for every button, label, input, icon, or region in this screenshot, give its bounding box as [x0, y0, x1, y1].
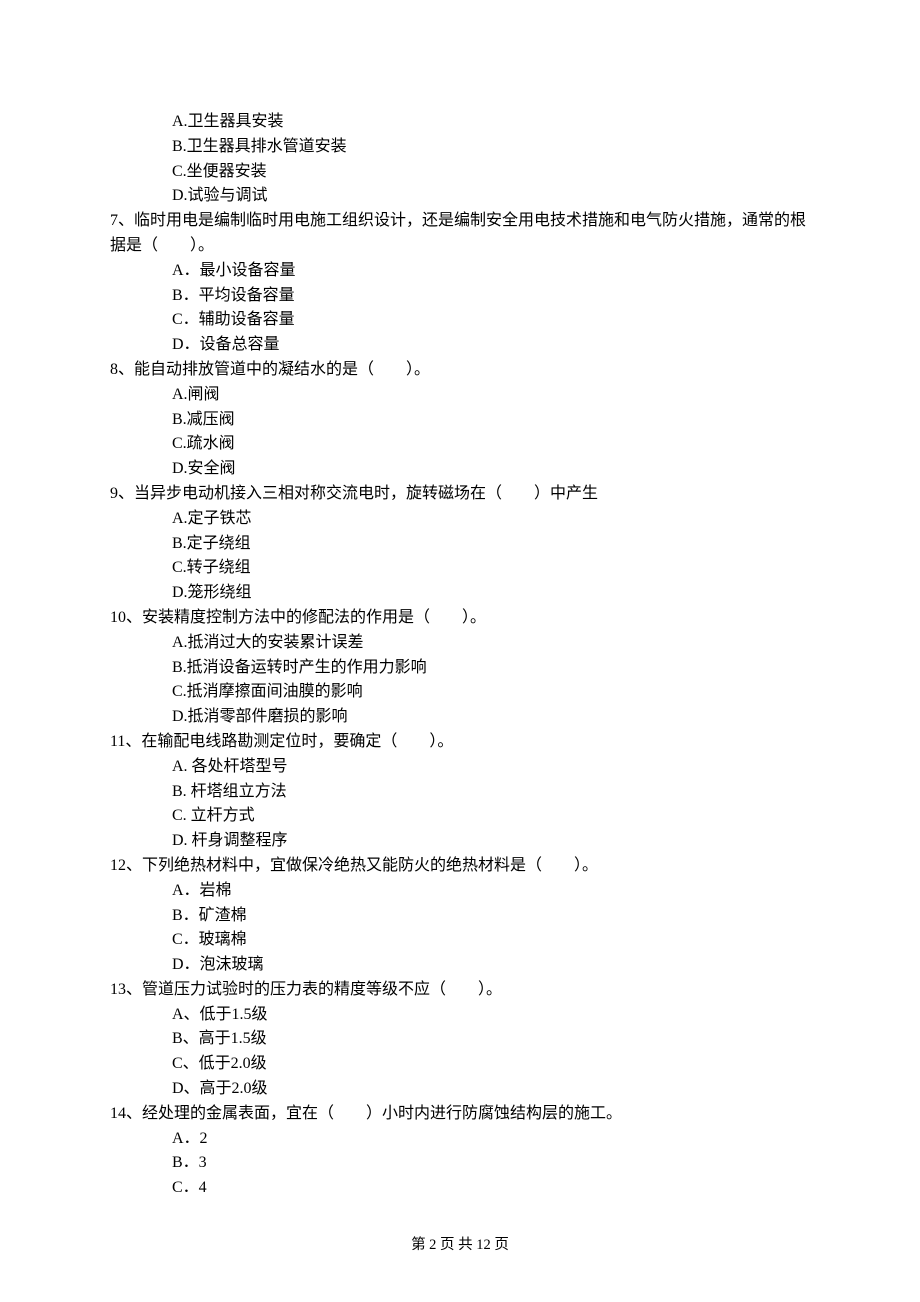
question-options: A.闸阀 B.减压阀 C.疏水阀 D.安全阀 [110, 383, 810, 482]
option-item: A．最小设备容量 [172, 259, 810, 284]
question-options: A．岩棉 B．矿渣棉 C．玻璃棉 D．泡沫玻璃 [110, 879, 810, 978]
option-item: D.安全阀 [172, 457, 810, 482]
question-8: 8、能自动排放管道中的凝结水的是（ ）。 A.闸阀 B.减压阀 C.疏水阀 D.… [110, 358, 810, 482]
question-text: 12、下列绝热材料中，宜做保冷绝热又能防火的绝热材料是（ ）。 [110, 854, 810, 879]
question-options: A、低于1.5级 B、高于1.5级 C、低于2.0级 D、高于2.0级 [110, 1003, 810, 1102]
option-item: A.卫生器具安装 [172, 110, 810, 135]
prev-question-options: A.卫生器具安装 B.卫生器具排水管道安装 C.坐便器安装 D.试验与调试 [110, 110, 810, 209]
option-item: D. 杆身调整程序 [172, 829, 810, 854]
option-item: D．设备总容量 [172, 333, 810, 358]
document-page: A.卫生器具安装 B.卫生器具排水管道安装 C.坐便器安装 D.试验与调试 7、… [0, 0, 920, 1302]
option-item: C.转子绕组 [172, 556, 810, 581]
question-text: 14、经处理的金属表面，宜在（ ）小时内进行防腐蚀结构层的施工。 [110, 1102, 810, 1127]
option-item: D.笼形绕组 [172, 581, 810, 606]
option-item: B.减压阀 [172, 408, 810, 433]
question-10: 10、安装精度控制方法中的修配法的作用是（ ）。 A.抵消过大的安装累计误差 B… [110, 606, 810, 730]
question-9: 9、当异步电动机接入三相对称交流电时，旋转磁场在（ ）中产生 A.定子铁芯 B.… [110, 482, 810, 606]
option-item: C、低于2.0级 [172, 1052, 810, 1077]
option-item: A.闸阀 [172, 383, 810, 408]
option-item: A、低于1.5级 [172, 1003, 810, 1028]
question-12: 12、下列绝热材料中，宜做保冷绝热又能防火的绝热材料是（ ）。 A．岩棉 B．矿… [110, 854, 810, 978]
option-item: B.卫生器具排水管道安装 [172, 135, 810, 160]
option-item: A.定子铁芯 [172, 507, 810, 532]
question-text: 7、临时用电是编制临时用电施工组织设计，还是编制安全用电技术措施和电气防火措施，… [110, 209, 810, 259]
question-14: 14、经处理的金属表面，宜在（ ）小时内进行防腐蚀结构层的施工。 A．2 B．3… [110, 1102, 810, 1201]
option-item: D、高于2.0级 [172, 1077, 810, 1102]
option-item: A．2 [172, 1127, 810, 1152]
option-item: B．矿渣棉 [172, 904, 810, 929]
option-item: C．4 [172, 1176, 810, 1201]
question-text: 9、当异步电动机接入三相对称交流电时，旋转磁场在（ ）中产生 [110, 482, 810, 507]
question-options: A.抵消过大的安装累计误差 B.抵消设备运转时产生的作用力影响 C.抵消摩擦面间… [110, 631, 810, 730]
option-item: C．辅助设备容量 [172, 308, 810, 333]
question-options: A．2 B．3 C．4 [110, 1127, 810, 1201]
option-item: D.抵消零部件磨损的影响 [172, 705, 810, 730]
option-item: B.抵消设备运转时产生的作用力影响 [172, 656, 810, 681]
option-item: B、高于1.5级 [172, 1027, 810, 1052]
option-item: D．泡沫玻璃 [172, 953, 810, 978]
question-options: A.定子铁芯 B.定子绕组 C.转子绕组 D.笼形绕组 [110, 507, 810, 606]
option-item: B. 杆塔组立方法 [172, 780, 810, 805]
option-item: C.疏水阀 [172, 432, 810, 457]
option-item: C.抵消摩擦面间油膜的影响 [172, 680, 810, 705]
option-item: A.抵消过大的安装累计误差 [172, 631, 810, 656]
option-item: C.坐便器安装 [172, 160, 810, 185]
page-footer: 第 2 页 共 12 页 [0, 1234, 920, 1256]
option-item: B．3 [172, 1151, 810, 1176]
question-11: 11、在输配电线路勘测定位时，要确定（ ）。 A. 各处杆塔型号 B. 杆塔组立… [110, 730, 810, 854]
question-text: 10、安装精度控制方法中的修配法的作用是（ ）。 [110, 606, 810, 631]
question-13: 13、管道压力试验时的压力表的精度等级不应（ ）。 A、低于1.5级 B、高于1… [110, 978, 810, 1102]
option-item: B.定子绕组 [172, 532, 810, 557]
question-text: 11、在输配电线路勘测定位时，要确定（ ）。 [110, 730, 810, 755]
question-options: A. 各处杆塔型号 B. 杆塔组立方法 C. 立杆方式 D. 杆身调整程序 [110, 755, 810, 854]
question-7: 7、临时用电是编制临时用电施工组织设计，还是编制安全用电技术措施和电气防火措施，… [110, 209, 810, 358]
option-item: D.试验与调试 [172, 184, 810, 209]
question-text: 8、能自动排放管道中的凝结水的是（ ）。 [110, 358, 810, 383]
question-options: A．最小设备容量 B．平均设备容量 C．辅助设备容量 D．设备总容量 [110, 259, 810, 358]
option-item: C．玻璃棉 [172, 928, 810, 953]
option-item: A. 各处杆塔型号 [172, 755, 810, 780]
option-item: B．平均设备容量 [172, 284, 810, 309]
option-item: C. 立杆方式 [172, 804, 810, 829]
option-item: A．岩棉 [172, 879, 810, 904]
question-text: 13、管道压力试验时的压力表的精度等级不应（ ）。 [110, 978, 810, 1003]
